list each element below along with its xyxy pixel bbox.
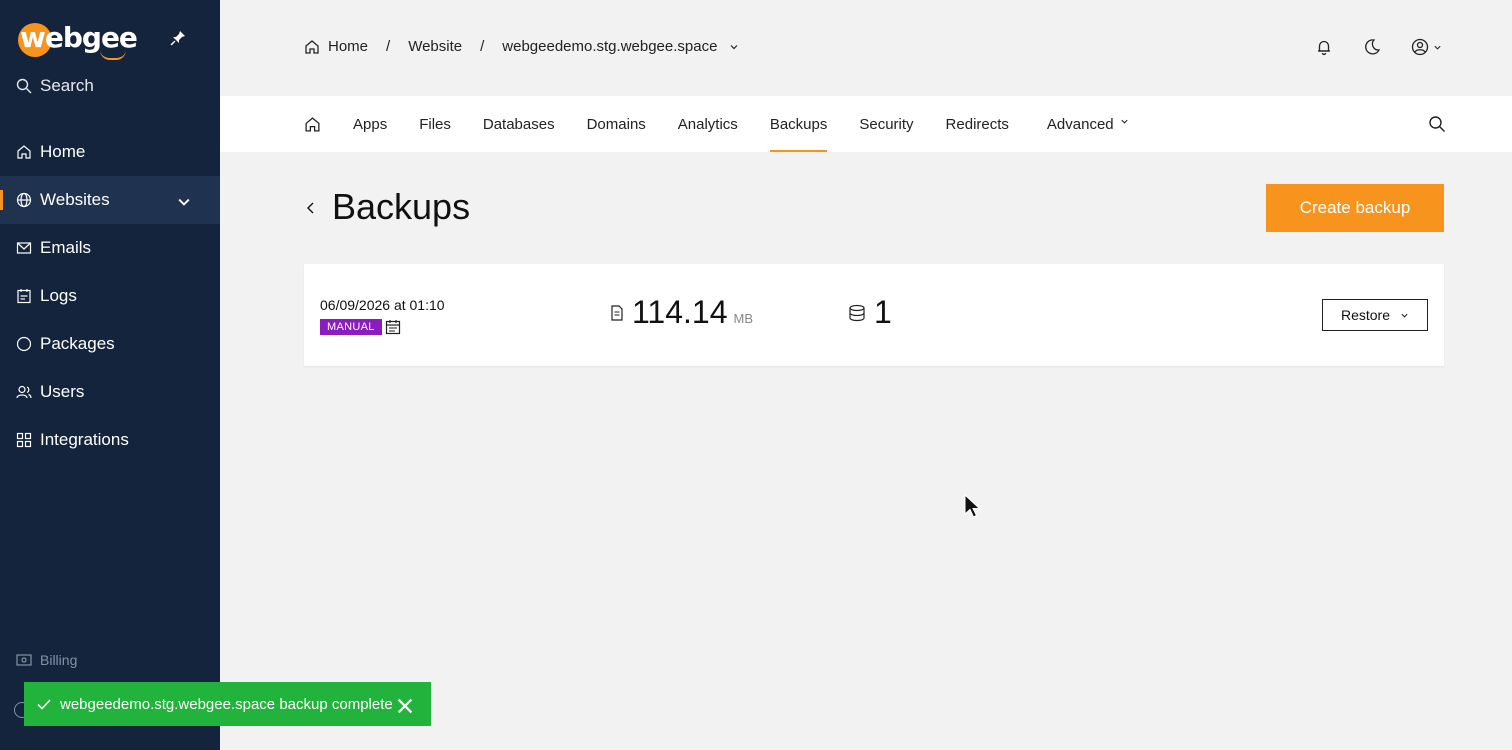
globe-icon bbox=[16, 192, 32, 208]
breadcrumb-separator: / bbox=[480, 38, 485, 55]
billing-icon bbox=[16, 654, 32, 666]
breadcrumb-home[interactable]: Home bbox=[328, 38, 368, 55]
tab-backups[interactable]: Backups bbox=[769, 96, 827, 152]
tab-apps[interactable]: Apps bbox=[353, 96, 387, 152]
search-icon[interactable] bbox=[1428, 115, 1446, 133]
restore-label: Restore bbox=[1340, 307, 1391, 323]
home-icon bbox=[305, 39, 319, 54]
database-icon bbox=[849, 304, 865, 321]
create-backup-button[interactable]: Create backup bbox=[1266, 184, 1444, 232]
webgee-logo[interactable]: webgee bbox=[18, 20, 138, 60]
sidebar-item-label: Users bbox=[40, 382, 85, 401]
tab-bar: Apps Files Databases Domains Analytics B… bbox=[220, 96, 1512, 152]
backup-size: 114.14 MB bbox=[610, 294, 753, 331]
logo-smile bbox=[100, 50, 126, 60]
tab-files[interactable]: Files bbox=[419, 96, 451, 152]
sidebar-item-websites[interactable]: Websites bbox=[0, 176, 220, 224]
tab-databases[interactable]: Databases bbox=[483, 96, 555, 152]
grid-icon bbox=[16, 432, 32, 448]
sidebar-item-home[interactable]: Home bbox=[0, 128, 220, 176]
sidebar-item-label: Packages bbox=[40, 334, 115, 353]
backup-type-badge: MANUAL bbox=[320, 319, 382, 335]
page-title: Backups bbox=[332, 186, 471, 227]
breadcrumb: Home / Website / webgeedemo.stg.webgee.s… bbox=[304, 38, 739, 55]
tab-advanced-label: Advanced bbox=[1046, 115, 1114, 133]
file-icon bbox=[611, 304, 623, 321]
breadcrumb-website[interactable]: Website bbox=[408, 38, 462, 55]
success-toast: webgeedemo.stg.webgee.space backup compl… bbox=[24, 682, 431, 726]
sidebar-nav: Home Websites Emails Logs Packages Users… bbox=[0, 128, 220, 464]
home-icon bbox=[17, 145, 31, 159]
tab-home[interactable] bbox=[304, 116, 321, 133]
home-icon bbox=[305, 116, 320, 132]
back-icon[interactable] bbox=[304, 200, 318, 216]
bell-icon[interactable] bbox=[1315, 38, 1333, 56]
sidebar-item-emails[interactable]: Emails bbox=[0, 224, 220, 272]
package-icon bbox=[16, 336, 32, 352]
sidebar-search[interactable]: Search bbox=[16, 76, 94, 96]
tab-domains[interactable]: Domains bbox=[587, 96, 646, 152]
sidebar-item-billing[interactable]: Billing bbox=[16, 652, 77, 668]
backup-size-unit: MB bbox=[733, 311, 754, 326]
page-header: Backups Create backup bbox=[304, 184, 1444, 232]
sidebar-item-label: Logs bbox=[40, 286, 77, 305]
tab-advanced[interactable]: Advanced bbox=[1047, 96, 1129, 152]
check-icon bbox=[37, 699, 51, 710]
sidebar-item-label: Websites bbox=[40, 190, 110, 209]
search-icon bbox=[16, 78, 32, 94]
sidebar-item-label: Home bbox=[40, 142, 86, 161]
sidebar-item-label: Emails bbox=[40, 238, 92, 257]
tab-analytics[interactable]: Analytics bbox=[678, 96, 738, 152]
sidebar-item-packages[interactable]: Packages bbox=[0, 320, 220, 368]
chevron-down-icon[interactable] bbox=[729, 42, 739, 52]
toast-message: webgeedemo.stg.webgee.space backup compl… bbox=[60, 695, 393, 713]
restore-button[interactable]: Restore bbox=[1322, 299, 1428, 331]
log-icon bbox=[17, 289, 31, 304]
backup-size-value: 114.14 bbox=[632, 294, 728, 330]
tab-security[interactable]: Security bbox=[859, 96, 913, 152]
topbar: Home / Website / webgeedemo.stg.webgee.s… bbox=[220, 0, 1512, 96]
sidebar-item-users[interactable]: Users bbox=[0, 368, 220, 416]
calendar-icon bbox=[385, 320, 401, 335]
sidebar-item-label: Billing bbox=[40, 652, 78, 668]
sidebar-search-label: Search bbox=[40, 76, 94, 95]
mouse-cursor-icon bbox=[964, 494, 981, 518]
sidebar: webgee Search Home Websites Emails Logs … bbox=[0, 0, 220, 750]
account-menu[interactable] bbox=[1411, 38, 1442, 56]
pin-icon[interactable] bbox=[170, 30, 186, 46]
tab-redirects[interactable]: Redirects bbox=[946, 96, 1009, 152]
users-icon bbox=[16, 385, 32, 399]
sidebar-item-label: Integrations bbox=[40, 430, 129, 449]
mail-icon bbox=[16, 242, 32, 254]
sidebar-item-logs[interactable]: Logs bbox=[0, 272, 220, 320]
top-actions bbox=[1315, 38, 1442, 56]
chevron-down-icon bbox=[1434, 45, 1441, 50]
breadcrumb-site[interactable]: webgeedemo.stg.webgee.space bbox=[502, 38, 717, 55]
breadcrumb-separator: / bbox=[386, 38, 391, 55]
moon-icon[interactable] bbox=[1363, 38, 1381, 56]
backup-row: 06/09/2026 at 01:10 MANUAL 114.14 MB 1 R… bbox=[304, 264, 1444, 366]
chevron-down-icon[interactable] bbox=[176, 194, 192, 210]
sidebar-item-integrations[interactable]: Integrations bbox=[0, 416, 220, 464]
user-circle-icon bbox=[1411, 38, 1429, 56]
backup-database-count: 1 bbox=[848, 294, 892, 331]
chevron-down-icon bbox=[1121, 119, 1128, 124]
tabs: Apps Files Databases Domains Analytics B… bbox=[304, 96, 1161, 152]
chevron-down-icon bbox=[1401, 313, 1408, 318]
database-count-value: 1 bbox=[874, 294, 892, 330]
backup-date: 06/09/2026 at 01:10 bbox=[320, 297, 445, 313]
close-icon[interactable] bbox=[397, 698, 413, 714]
